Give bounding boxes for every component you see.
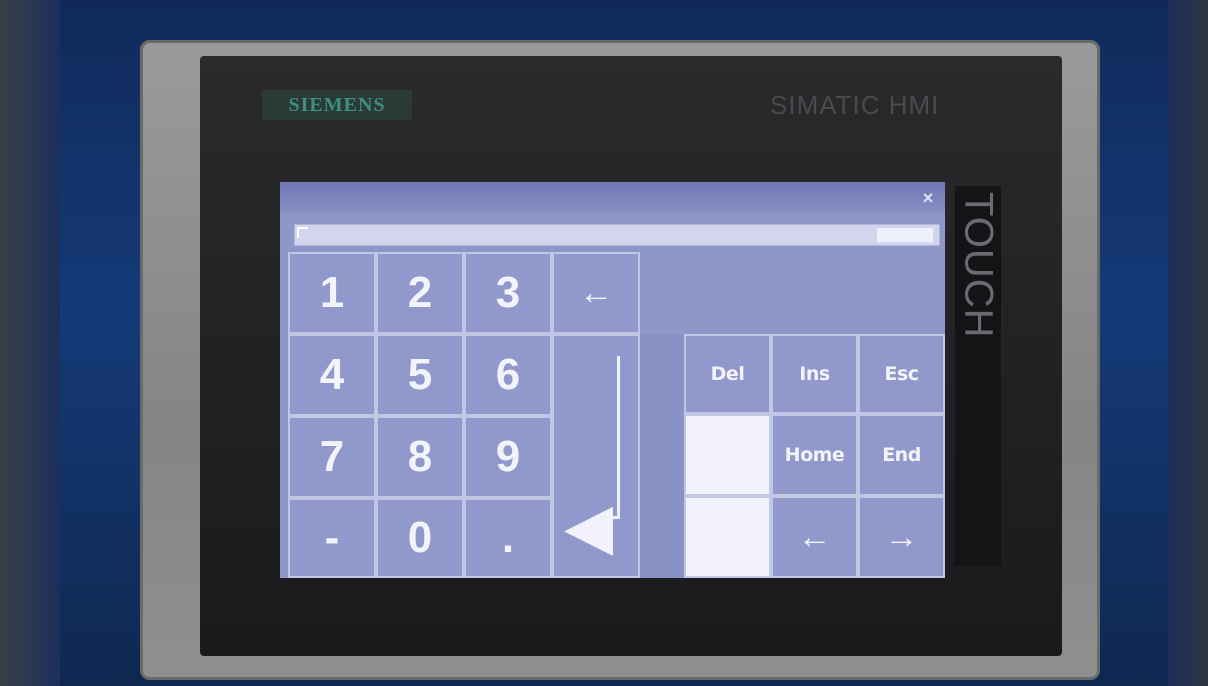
hmi-screen: × 1 2 3 ← 4 5 6 7 8 9 - 0 . ◀ Del Ins Es… (280, 182, 945, 578)
enter-line-icon (599, 356, 620, 519)
key-minus[interactable]: - (288, 498, 376, 578)
ins-key[interactable]: Ins (771, 334, 858, 414)
cursor-right-key[interactable]: → (858, 496, 945, 578)
title-bar: × (280, 182, 945, 214)
siemens-logo: SIEMENS (262, 90, 412, 120)
cabinet-edge-left (0, 0, 60, 686)
key-9[interactable]: 9 (464, 416, 552, 498)
key-7[interactable]: 7 (288, 416, 376, 498)
del-key[interactable]: Del (684, 334, 771, 414)
key-3[interactable]: 3 (464, 252, 552, 334)
end-key[interactable]: End (858, 414, 945, 496)
input-cursor-box (877, 228, 933, 242)
close-button[interactable]: × (917, 188, 939, 208)
caps-key-active[interactable] (684, 496, 771, 578)
right-panel-blank (640, 252, 945, 334)
esc-key[interactable]: Esc (858, 334, 945, 414)
cursor-left-key[interactable]: ← (771, 496, 858, 578)
key-5[interactable]: 5 (376, 334, 464, 416)
cabinet-edge-right (1168, 0, 1208, 686)
touch-label-text: TOUCH (956, 192, 1001, 339)
key-8[interactable]: 8 (376, 416, 464, 498)
key-0[interactable]: 0 (376, 498, 464, 578)
enter-key[interactable]: ◀ (552, 334, 640, 578)
input-corner-icon (297, 227, 308, 238)
touch-label: TOUCH (955, 186, 1001, 566)
key-decimal[interactable]: . (464, 498, 552, 578)
right-panel-strip (640, 334, 684, 578)
numeric-keypad: 1 2 3 ← 4 5 6 7 8 9 - 0 . ◀ (288, 252, 640, 578)
key-1[interactable]: 1 (288, 252, 376, 334)
key-6[interactable]: 6 (464, 334, 552, 416)
shift-key-active[interactable] (684, 414, 771, 496)
home-key[interactable]: Home (771, 414, 858, 496)
backspace-key[interactable]: ← (552, 252, 640, 334)
key-2[interactable]: 2 (376, 252, 464, 334)
value-input[interactable] (294, 224, 940, 246)
key-4[interactable]: 4 (288, 334, 376, 416)
simatic-hmi-label: SIMATIC HMI (770, 90, 940, 120)
